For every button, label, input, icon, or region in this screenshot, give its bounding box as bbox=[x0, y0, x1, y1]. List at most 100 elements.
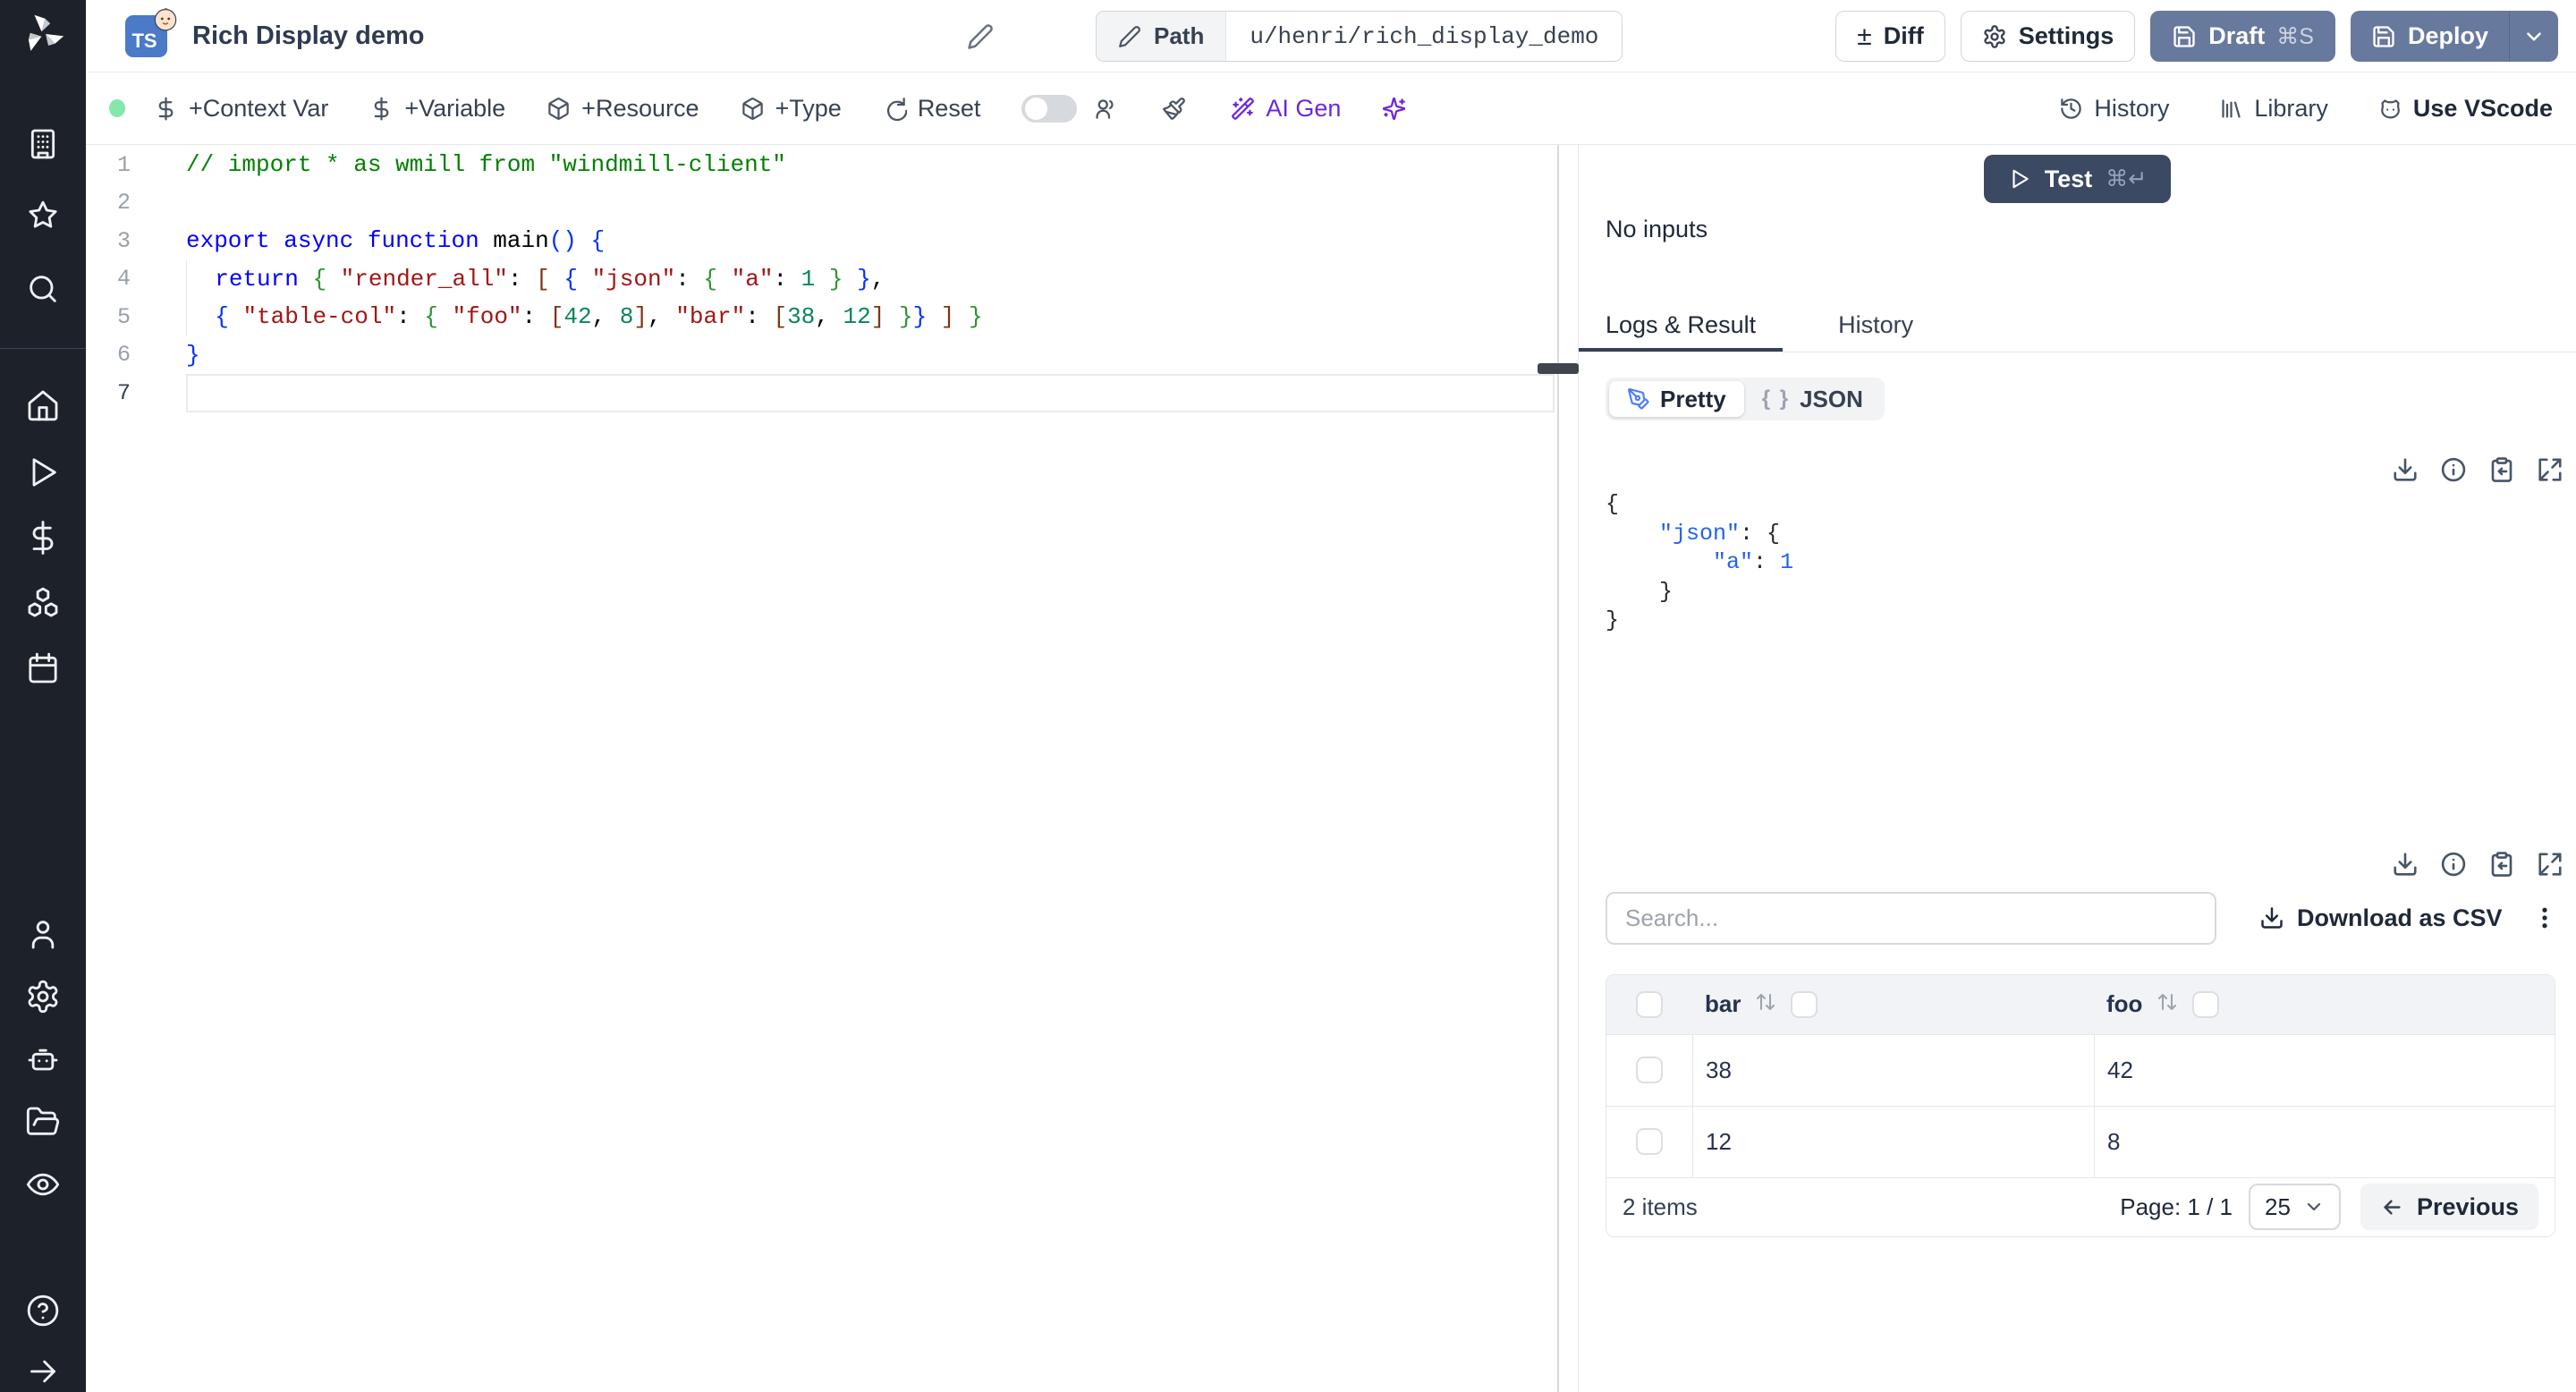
code-editor[interactable]: 1 // import * as wmill from "windmill-cli… bbox=[86, 145, 1559, 1392]
column-foo-checkbox[interactable] bbox=[2192, 990, 2220, 1018]
expand-icon bbox=[2538, 458, 2562, 481]
code-line[interactable]: 7 bbox=[86, 374, 1557, 412]
cell-value: 42 bbox=[2107, 1056, 2133, 1083]
code-line[interactable]: 4 return { "render_all": [ { "json": { "… bbox=[86, 259, 1557, 298]
code-line-text: // import * as wmill from "windmill-clie… bbox=[186, 151, 786, 179]
copy-result-button[interactable] bbox=[2488, 456, 2515, 483]
add-resource-button[interactable]: +Resource bbox=[547, 95, 699, 123]
arrow-right-icon bbox=[30, 1361, 55, 1383]
main-area: TS Rich Display demo Path u/henri/rich_d… bbox=[86, 0, 2576, 1392]
ai-gen-label: AI Gen bbox=[1266, 94, 1342, 122]
editor-toolbar: +Context Var +Variable +Resource +Type R… bbox=[86, 72, 2576, 145]
line-number: 4 bbox=[116, 266, 131, 293]
sidebar-item-runs[interactable] bbox=[22, 452, 64, 492]
settings-button[interactable]: Settings bbox=[1960, 11, 2136, 62]
code-line[interactable]: 1 // import * as wmill from "windmill-cli… bbox=[86, 146, 1557, 184]
table-header-row: bar foo bbox=[1606, 974, 2555, 1034]
row-checkbox[interactable] bbox=[1636, 1057, 1663, 1083]
code-line[interactable]: 5 { "table-col": { "foo": [42, 8], "bar"… bbox=[86, 298, 1557, 336]
history-icon bbox=[2061, 98, 2082, 119]
path-button[interactable]: Path u/henri/rich_display_demo bbox=[1096, 11, 1623, 62]
edit-summary-button[interactable] bbox=[967, 23, 994, 50]
path-value[interactable]: u/henri/rich_display_demo bbox=[1226, 12, 1622, 61]
view-mode-pretty[interactable]: Pretty bbox=[1609, 381, 1744, 417]
sort-bar-button[interactable] bbox=[1755, 991, 1776, 1017]
result-info-button[interactable] bbox=[2440, 456, 2467, 483]
expand-table-button[interactable] bbox=[2537, 851, 2563, 878]
download-result-button[interactable] bbox=[2392, 456, 2419, 483]
panel-splitter[interactable] bbox=[1538, 145, 1579, 1392]
table-row[interactable]: 38 42 bbox=[1606, 1033, 2555, 1106]
library-button[interactable]: Library bbox=[2219, 95, 2328, 123]
previous-page-button[interactable]: Previous bbox=[2360, 1184, 2538, 1230]
sidebar-item-resources[interactable] bbox=[22, 582, 64, 623]
sidebar-item-folders[interactable] bbox=[22, 1102, 64, 1142]
dollar-icon bbox=[374, 97, 389, 120]
line-number: 6 bbox=[116, 342, 131, 369]
tab-logs-result[interactable]: Logs & Result bbox=[1579, 311, 1784, 352]
sidebar-item-workers[interactable] bbox=[22, 1040, 64, 1081]
ai-gen-button[interactable]: AI Gen bbox=[1231, 95, 1341, 123]
splitter-handle[interactable] bbox=[1538, 363, 1579, 374]
sort-arrows-icon bbox=[2158, 994, 2177, 1010]
use-vscode-button[interactable]: Use VScode bbox=[2378, 95, 2553, 123]
code-line[interactable]: 2 bbox=[86, 184, 1557, 223]
diff-button[interactable]: ± Diff bbox=[1835, 11, 1945, 62]
sidebar-item-help[interactable] bbox=[22, 1291, 64, 1331]
diff-button-label: Diff bbox=[1883, 22, 1924, 49]
sidebar-item-schedules[interactable] bbox=[22, 648, 64, 688]
select-all-checkbox[interactable] bbox=[1636, 990, 1663, 1018]
sidebar-item-users[interactable] bbox=[22, 913, 64, 954]
page-size-select[interactable]: 25 bbox=[2249, 1184, 2341, 1230]
column-label-bar: bar bbox=[1705, 990, 1741, 1017]
sidebar-item-favorites[interactable] bbox=[22, 196, 64, 236]
view-mode-json[interactable]: { } JSON bbox=[1744, 381, 1881, 417]
vscode-icon bbox=[2381, 98, 2400, 119]
kebab-icon bbox=[2542, 907, 2547, 929]
sidebar-item-audit-logs[interactable] bbox=[22, 1165, 64, 1205]
result-json-view: { "json": { "a": 1 }} bbox=[1606, 490, 2563, 636]
row-checkbox[interactable] bbox=[1636, 1128, 1663, 1155]
tab-history[interactable]: History bbox=[1811, 311, 1940, 352]
multiplayer-users-button[interactable] bbox=[1093, 97, 1117, 121]
table-info-button[interactable] bbox=[2440, 851, 2467, 878]
path-label: Path bbox=[1154, 22, 1205, 49]
sort-foo-button[interactable] bbox=[2157, 991, 2178, 1017]
add-variable-button[interactable]: +Variable bbox=[369, 95, 505, 123]
path-button-left[interactable]: Path bbox=[1097, 12, 1227, 61]
test-button[interactable]: Test ⌘↵ bbox=[1983, 155, 2172, 203]
format-code-button[interactable] bbox=[1162, 97, 1186, 121]
sidebar-item-variables[interactable] bbox=[22, 517, 64, 557]
multiplayer-toggle[interactable] bbox=[1021, 94, 1078, 123]
add-type-button[interactable]: +Type bbox=[741, 95, 842, 123]
draft-button[interactable]: Draft ⌘S bbox=[2150, 11, 2335, 62]
sidebar-expand-button[interactable] bbox=[22, 1352, 64, 1392]
cell-bar: 12 bbox=[1692, 1106, 2094, 1177]
download-table-button[interactable] bbox=[2392, 851, 2419, 878]
sidebar-item-home[interactable] bbox=[22, 385, 64, 425]
deploy-dropdown-button[interactable] bbox=[2509, 11, 2558, 62]
table-row[interactable]: 12 8 bbox=[1606, 1105, 2555, 1177]
ai-sparkles-button[interactable] bbox=[1382, 97, 1406, 121]
sidebar-item-settings[interactable] bbox=[22, 977, 64, 1017]
code-line[interactable]: 3 export async function main() { bbox=[86, 222, 1557, 260]
sidebar-item-search[interactable] bbox=[22, 268, 64, 309]
history-button[interactable]: History bbox=[2059, 95, 2169, 123]
draft-shortcut: ⌘S bbox=[2276, 23, 2314, 49]
header-check-cell bbox=[1606, 990, 1692, 1018]
copy-table-button[interactable] bbox=[2488, 851, 2515, 878]
expand-result-button[interactable] bbox=[2537, 456, 2563, 483]
sidebar-item-workspace[interactable] bbox=[22, 123, 64, 164]
code-line-text bbox=[186, 184, 1557, 223]
column-bar-checkbox[interactable] bbox=[1791, 990, 1818, 1018]
script-emoji bbox=[154, 7, 177, 30]
table-menu-button[interactable] bbox=[2531, 904, 2558, 931]
table-search-input[interactable] bbox=[1606, 891, 2216, 945]
download-csv-button[interactable]: Download as CSV bbox=[2259, 904, 2503, 932]
code-line[interactable]: 6} bbox=[86, 336, 1557, 375]
deploy-button[interactable]: Deploy bbox=[2351, 11, 2509, 62]
windmill-logo[interactable] bbox=[20, 11, 66, 57]
draft-button-label: Draft bbox=[2208, 22, 2266, 49]
add-context-var-button[interactable]: +Context Var bbox=[154, 95, 328, 123]
reset-button[interactable]: Reset bbox=[883, 95, 980, 123]
